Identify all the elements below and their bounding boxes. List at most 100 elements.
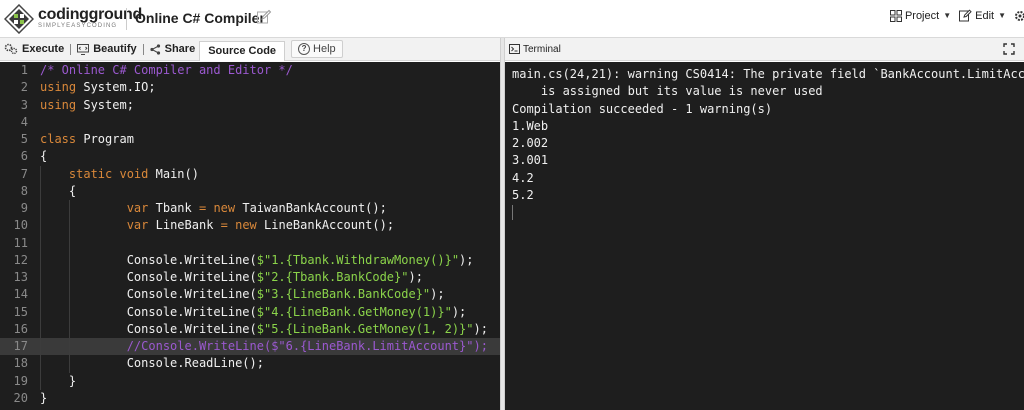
code-line[interactable]: 19 } [0,372,500,390]
edit-icon [959,9,972,22]
settings-gear-icon[interactable] [1014,10,1024,22]
code-line[interactable]: 20} [0,390,500,407]
help-icon: ? [298,43,311,55]
project-label: Project [904,9,940,22]
execute-label: Execute [22,43,65,55]
code-token: { [40,183,77,198]
code-line[interactable]: 14 Console.WriteLine($"3.{LineBank.BankC… [0,286,500,304]
code-line[interactable]: 3 using System; [0,97,500,114]
code-line[interactable]: 12 Console.WriteLine($"1.{Tbank.Withdraw… [0,251,500,269]
code-text: } [40,390,47,407]
project-menu-button[interactable]: Project ▼ [889,9,952,22]
code-token: using [40,97,77,112]
share-icon [150,43,160,55]
line-number: 1 [20,63,28,77]
line-number: 7 [20,166,28,181]
terminal-line: is assigned but its value is never used [512,84,823,99]
code-line[interactable]: 4 [0,114,500,131]
code-line[interactable]: 10 var LineBank = new LineBankAccount(); [0,217,500,235]
code-token: } [40,373,77,388]
terminal-line: 3.001 [512,153,549,168]
line-number: 20 [13,390,28,405]
line-number: 10 [13,218,28,233]
beautify-button[interactable]: Beautify [73,38,140,61]
pencil-edit-icon[interactable] [256,9,272,25]
code-token: TaiwanBankAccount(); [235,201,387,215]
code-token: LineBankAccount(); [256,218,395,233]
code-token: new [213,201,236,215]
terminal-line: 2.002 [512,136,549,151]
terminal-line: 4.2 [512,170,534,185]
code-line[interactable]: 16 Console.WriteLine($"5.{LineBank.GetMo… [0,320,500,338]
chevron-down-icon: ▼ [943,11,952,20]
code-text: Console.WriteLine($"5.{LineBank.GetMoney… [40,321,488,338]
code-token: Console.ReadLine(); [40,356,264,371]
code-token: Console.WriteLine( [40,287,257,302]
share-button[interactable]: Share [146,38,200,61]
tab-source-code[interactable]: Source Code [199,40,286,61]
code-token: class [40,132,77,146]
code-line[interactable]: 11 [0,234,500,252]
line-number: 5 [20,132,28,146]
editor-toolbar: Execute Beautify Share Source Code ? Hel… [0,38,500,61]
toolbar-divider [70,43,72,55]
code-token: $"2.{Tbank.BankCode}" [256,270,409,284]
terminal-output[interactable]: main.cs(24,21): warning CS0414: The priv… [505,62,1024,410]
code-line[interactable]: 13 Console.WriteLine($"2.{Tbank.BankCode… [0,269,500,287]
help-button[interactable]: ? Help [291,40,343,58]
share-label: Share [164,43,196,55]
code-line[interactable]: 9 var Tbank = new TaiwanBankAccount(); [0,200,500,218]
code-line[interactable]: 18 Console.ReadLine(); [0,355,500,373]
code-token: $"1.{Tbank.WithdrawMoney()}" [256,252,460,267]
beautify-icon [77,43,90,55]
line-number: 15 [13,304,28,319]
code-token: $"3.{LineBank.BankCode}" [256,287,431,302]
code-token: $"5.{LineBank.GetMoney(1, 2)}" [256,321,474,336]
terminal-line: 1.Web [512,118,549,133]
code-text: Console.WriteLine($"2.{Tbank.BankCode}")… [40,269,423,286]
line-number: 6 [20,149,28,164]
code-token: ); [473,321,488,336]
code-line[interactable]: 2 using System.IO; [0,79,500,96]
edit-menu-button[interactable]: Edit ▼ [959,9,1006,22]
code-token: var [126,218,149,233]
code-token: Tbank [148,201,199,215]
code-line[interactable]: 7 static void Main() [0,165,500,183]
code-line[interactable]: 1 /* Online C# Compiler and Editor */ [0,62,500,79]
code-text: { [40,148,47,165]
code-text: var LineBank = new LineBankAccount(); [40,217,394,234]
terminal-header: Terminal [505,38,1024,61]
line-number: 8 [20,183,28,198]
code-line[interactable]: 8 { [0,182,500,200]
indent-guide [40,234,41,252]
code-token: ); [451,304,467,319]
header-divider [126,8,127,30]
indent-guide [69,234,70,252]
code-line[interactable]: 17 //Console.WriteLine($"6.{LineBank.Lim… [0,338,500,356]
terminal-title: Terminal [523,43,561,55]
code-token: Main() [148,166,199,181]
code-token: Console.WriteLine( [40,321,257,336]
edit-label: Edit [975,9,995,22]
line-number: 9 [20,201,28,215]
code-editor[interactable]: 1 /* Online C# Compiler and Editor */ 2 usi… [0,62,500,410]
code-line[interactable]: 15 Console.WriteLine($"4.{LineBank.GetMo… [0,303,500,321]
terminal-cursor [512,205,513,221]
code-token: Console.WriteLine( [40,270,257,284]
code-line[interactable]: 5 class Program [0,131,500,148]
code-token: ); [408,270,423,284]
code-token: System; [76,97,134,112]
code-token: //Console.WriteLine($"6.{LineBank.LimitA… [40,339,488,353]
code-text: class Program [40,131,134,148]
maximize-icon[interactable] [1003,43,1015,55]
logo-icon[interactable] [4,4,34,34]
line-number: 11 [13,235,28,250]
code-token: { [40,149,48,164]
code-line[interactable]: 6{ [0,148,500,165]
toolbar-divider [142,43,144,55]
beautify-label: Beautify [93,43,137,55]
execute-button[interactable]: Execute [0,38,68,61]
code-token: $"4.{LineBank.GetMoney(1)}" [256,304,452,319]
